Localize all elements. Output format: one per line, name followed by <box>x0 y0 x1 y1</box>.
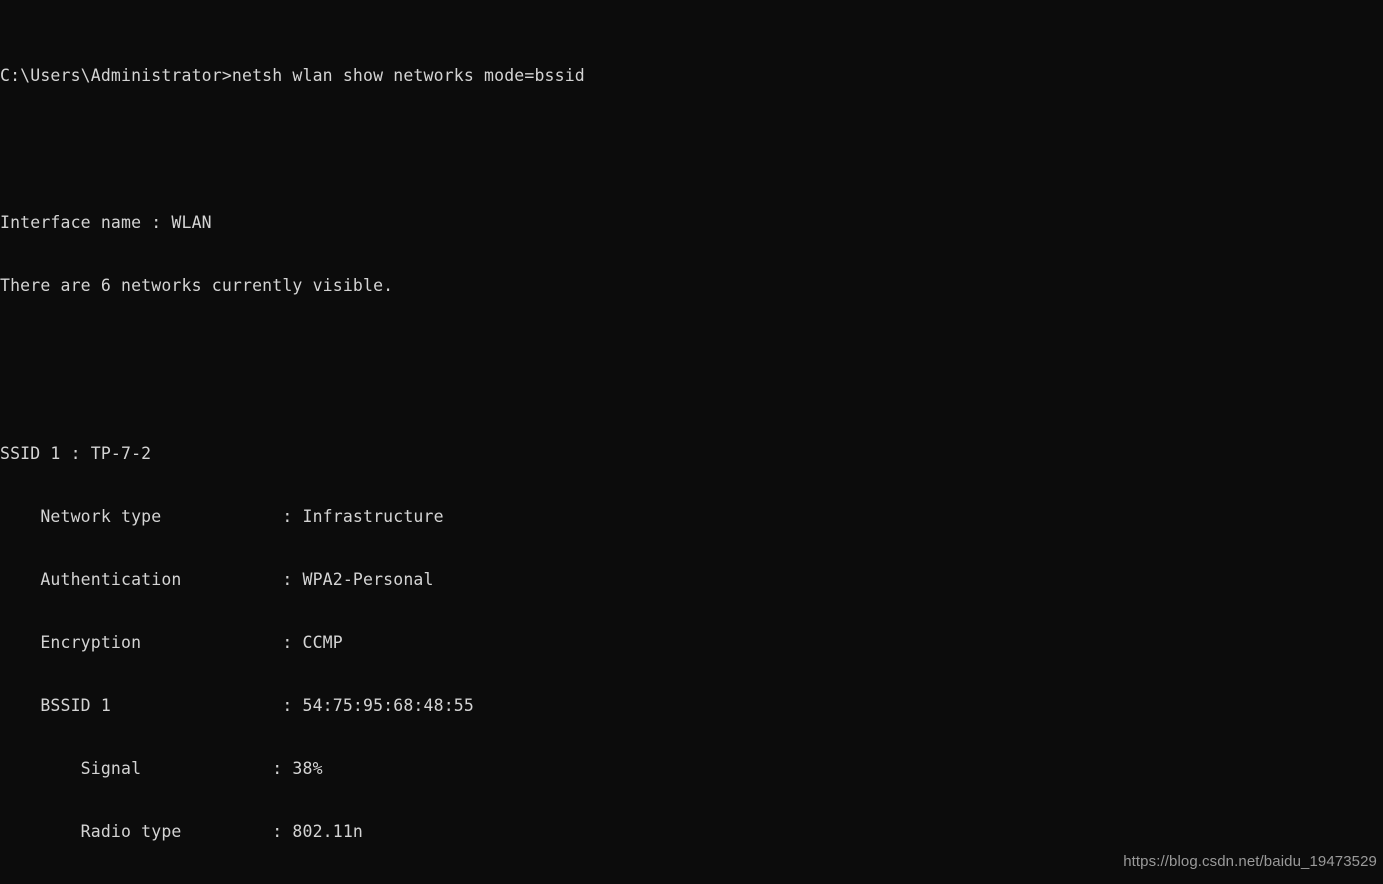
terminal-output-area[interactable]: C:\Users\Administrator>netsh wlan show n… <box>0 0 1383 884</box>
radio-type-line: Radio type : 802.11n <box>0 822 364 841</box>
interface-name-line: Interface name : WLAN <box>0 213 212 232</box>
bssid-line: BSSID 1 : 54:75:95:68:48:55 <box>0 696 474 715</box>
watermark-url: https://blog.csdn.net/baidu_19473529 <box>1123 853 1377 870</box>
encryption-line: Encryption : CCMP <box>0 633 343 652</box>
signal-line: Signal : 38% <box>0 759 323 778</box>
ssid-header: SSID 1 : TP-7-2 <box>0 444 152 463</box>
command-prompt-line: C:\Users\Administrator>netsh wlan show n… <box>0 66 585 85</box>
network-count-line: There are 6 networks currently visible. <box>0 276 394 295</box>
authentication-line: Authentication : WPA2-Personal <box>0 570 434 589</box>
network-type-line: Network type : Infrastructure <box>0 507 444 526</box>
